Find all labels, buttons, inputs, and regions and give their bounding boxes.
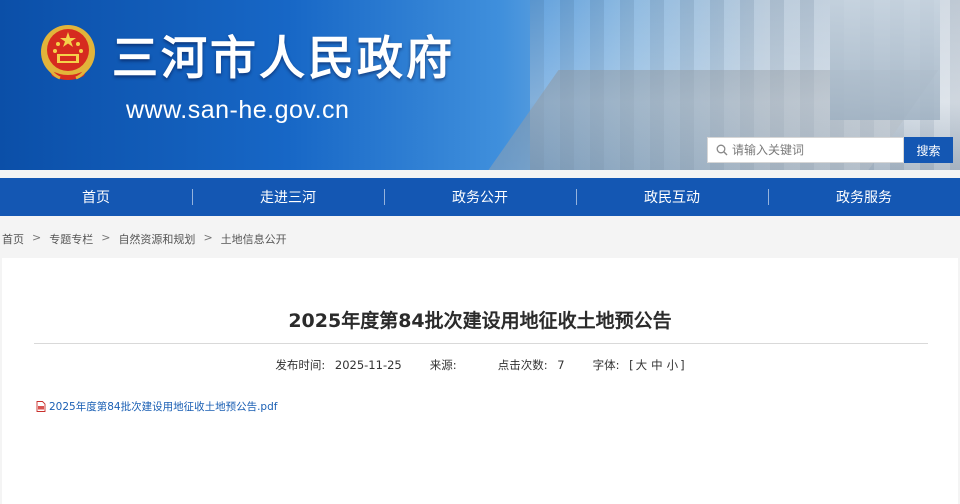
breadcrumb-item-resources[interactable]: 自然资源和规划: [118, 231, 195, 247]
banner-building: [830, 0, 940, 120]
publish-info: 发布时间: 2025-11-25: [275, 357, 401, 373]
font-medium-option[interactable]: 中: [651, 358, 663, 372]
nav-item-interaction[interactable]: 政民互动: [576, 178, 768, 216]
breadcrumb-item-land-info[interactable]: 土地信息公开: [221, 231, 287, 247]
site-url: www.san-he.gov.cn: [126, 96, 350, 124]
breadcrumb-separator: >: [32, 231, 42, 244]
nav-item-gov-affairs[interactable]: 政务公开: [384, 178, 576, 216]
font-small-option[interactable]: 小: [667, 358, 679, 372]
attachment-filename[interactable]: 2025年度第84批次建设用地征收土地预公告.pdf: [49, 399, 277, 414]
breadcrumb-separator: >: [101, 231, 111, 244]
click-count-info: 点击次数: 7: [498, 357, 565, 373]
header-banner: 三河市人民政府 www.san-he.gov.cn 搜索: [0, 0, 960, 170]
font-label: 字体:: [592, 358, 620, 372]
search-input[interactable]: [732, 143, 892, 157]
title-divider: [34, 343, 928, 344]
national-emblem-icon: [41, 25, 95, 80]
attachment-link[interactable]: 2025年度第84批次建设用地征收土地预公告.pdf: [36, 399, 277, 414]
clicks-label: 点击次数:: [497, 358, 548, 372]
font-bracket-open: [: [629, 358, 634, 372]
source-label: 来源:: [429, 358, 457, 372]
source-info: 来源:: [430, 357, 470, 373]
search-button[interactable]: 搜索: [904, 137, 953, 163]
breadcrumb-item-special[interactable]: 专题专栏: [49, 231, 93, 247]
nav-item-about[interactable]: 走进三河: [192, 178, 384, 216]
font-size-control: 字体: [大中小]: [593, 357, 685, 373]
article-meta: 发布时间: 2025-11-25 来源: 点击次数: 7 字体: [大中小]: [0, 357, 960, 373]
nav-item-home[interactable]: 首页: [0, 178, 192, 216]
search-input-box[interactable]: [707, 137, 904, 163]
search-bar: 搜索: [707, 137, 953, 163]
publish-date: 2025-11-25: [334, 358, 402, 372]
breadcrumb: 首页 > 专题专栏 > 自然资源和规划 > 土地信息公开: [2, 231, 287, 247]
content-panel: [2, 258, 958, 504]
pdf-icon: [36, 401, 46, 412]
site-title: 三河市人民政府: [112, 31, 455, 85]
font-large-option[interactable]: 大: [636, 358, 648, 372]
search-icon: [716, 144, 728, 156]
clicks-value: 7: [557, 358, 565, 372]
nav-item-services[interactable]: 政务服务: [768, 178, 960, 216]
publish-label: 发布时间:: [275, 358, 326, 372]
main-nav: 首页 走进三河 政务公开 政民互动 政务服务: [0, 178, 960, 216]
breadcrumb-item-home[interactable]: 首页: [2, 231, 24, 247]
font-bracket-close: ]: [680, 358, 685, 372]
breadcrumb-separator: >: [203, 231, 213, 244]
article-title: 2025年度第84批次建设用地征收土地预公告: [288, 310, 672, 332]
